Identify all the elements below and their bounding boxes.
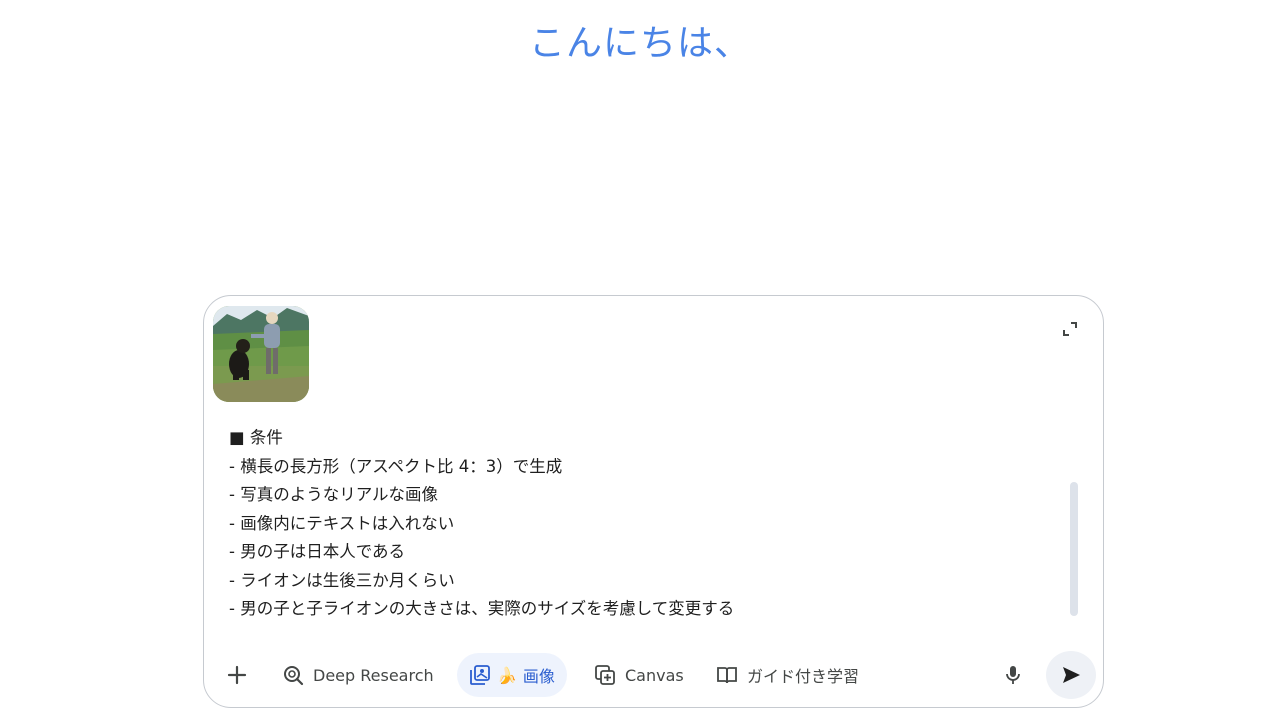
greeting-title: こんにちは、 [528,23,751,64]
composer-toolbar: Deep Research 🍌 画像 Canvas ガイド付き学習 [204,650,1103,700]
prompt-line: ■ 条件 [229,428,283,447]
guided-learning-label: ガイド付き学習 [747,667,860,686]
prompt-line: - 男の子と子ライオンの大きさは、実際のサイズを考慮して変更する [229,599,735,618]
deep-research-icon [282,664,304,686]
add-attachment-button[interactable] [224,653,250,697]
prompt-line: - 横長の長方形（アスペクト比 4：3）で生成 [229,456,563,476]
microphone-button[interactable] [1001,653,1025,697]
plus-icon [227,665,247,685]
prompt-line: - 男の子は日本人である [229,542,406,561]
canvas-button[interactable]: Canvas [594,653,684,697]
canvas-icon [594,664,616,686]
image-tool-button[interactable]: 🍌 画像 [457,653,567,697]
expand-icon [1063,322,1077,336]
prompt-composer[interactable]: ■ 条件 - 横長の長方形（アスペクト比 4：3）で生成 - 写真のようなリアル… [203,295,1104,708]
deep-research-button[interactable]: Deep Research [282,653,434,697]
image-gallery-icon [469,664,491,686]
attached-image-thumbnail[interactable] [213,306,309,402]
send-button[interactable] [1046,651,1096,699]
canvas-label: Canvas [625,665,684,685]
prompt-line: - ライオンは生後三か月くらい [229,570,455,590]
image-tool-label: 画像 [522,667,555,686]
prompt-line: - 画像内にテキストは入れない [229,513,455,533]
book-icon [716,664,738,686]
guided-learning-button[interactable]: ガイド付き学習 [716,653,859,697]
expand-composer-button[interactable] [1061,320,1079,338]
send-icon [1063,667,1080,683]
photo-thumbnail-icon [213,306,309,402]
banana-emoji: 🍌 [497,665,517,685]
prompt-input[interactable]: ■ 条件 - 横長の長方形（アスペクト比 4：3）で生成 - 写真のようなリアル… [229,424,1059,624]
microphone-icon [1006,666,1020,684]
deep-research-label: Deep Research [313,665,434,685]
prompt-scrollbar[interactable] [1070,482,1078,616]
prompt-line: - 写真のようなリアルな画像 [229,485,439,504]
